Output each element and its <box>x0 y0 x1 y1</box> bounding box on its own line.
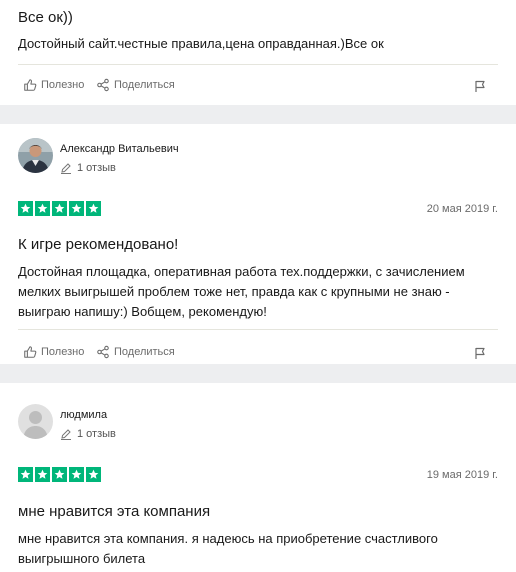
review-card: Александр Витальевич 1 отзыв 20 мая 2019… <box>0 124 516 364</box>
share-label: Поделиться <box>114 79 175 91</box>
star-icon <box>18 201 33 216</box>
useful-label: Полезно <box>41 79 85 91</box>
share-button[interactable]: Поделиться <box>96 345 175 359</box>
star-icon <box>69 201 84 216</box>
star-icon <box>69 467 84 482</box>
review-count-label: 1 отзыв <box>77 162 116 174</box>
review-actions: Полезно Поделиться <box>18 78 498 96</box>
review-count-label: 1 отзыв <box>77 428 116 440</box>
review-text: Достойный сайт.честные правила,цена опра… <box>18 36 384 51</box>
review-actions: Полезно Поделиться <box>18 345 498 363</box>
review-date: 19 мая 2019 г. <box>426 469 498 481</box>
review-title: Все ок)) <box>18 9 73 26</box>
star-rating <box>18 201 103 216</box>
avatar[interactable] <box>18 404 53 439</box>
star-rating <box>18 467 103 482</box>
useful-button[interactable]: Полезно <box>23 78 84 92</box>
default-avatar-icon <box>18 404 53 439</box>
review-title[interactable]: мне нравится эта компания <box>18 503 210 520</box>
pencil-icon <box>61 429 71 440</box>
review-text: мне нравится эта компания. я надеюсь на … <box>18 531 438 566</box>
share-button[interactable]: Поделиться <box>96 78 175 92</box>
share-icon <box>97 78 109 92</box>
star-icon <box>35 467 50 482</box>
flag-icon[interactable] <box>474 347 486 360</box>
star-icon <box>18 467 33 482</box>
reviewer-review-count: 1 отзыв <box>60 162 116 174</box>
share-label: Поделиться <box>114 346 175 358</box>
star-icon <box>35 201 50 216</box>
thumbs-up-icon <box>24 79 37 91</box>
avatar[interactable] <box>18 138 53 173</box>
reviewer-name[interactable]: Александр Витальевич <box>60 143 179 155</box>
review-card: людмила 1 отзыв 19 мая 2019 г. мне нрави… <box>0 383 516 572</box>
review-text: Достойная площадка, оперативная работа т… <box>18 264 465 319</box>
divider <box>18 329 498 330</box>
flag-icon[interactable] <box>474 80 486 93</box>
reviewer-name[interactable]: людмила <box>60 409 107 421</box>
star-icon <box>86 467 101 482</box>
reviewer-review-count: 1 отзыв <box>60 428 116 440</box>
star-icon <box>52 201 67 216</box>
useful-button[interactable]: Полезно <box>23 345 84 359</box>
review-date: 20 мая 2019 г. <box>426 203 498 215</box>
divider <box>18 64 498 65</box>
thumbs-up-icon <box>24 346 37 358</box>
share-icon <box>97 345 109 359</box>
star-icon <box>86 201 101 216</box>
review-title[interactable]: К игре рекомендовано! <box>18 236 178 253</box>
pencil-icon <box>61 163 71 174</box>
review-card: Все ок)) Достойный сайт.честные правила,… <box>0 0 516 105</box>
star-icon <box>52 467 67 482</box>
useful-label: Полезно <box>41 346 85 358</box>
